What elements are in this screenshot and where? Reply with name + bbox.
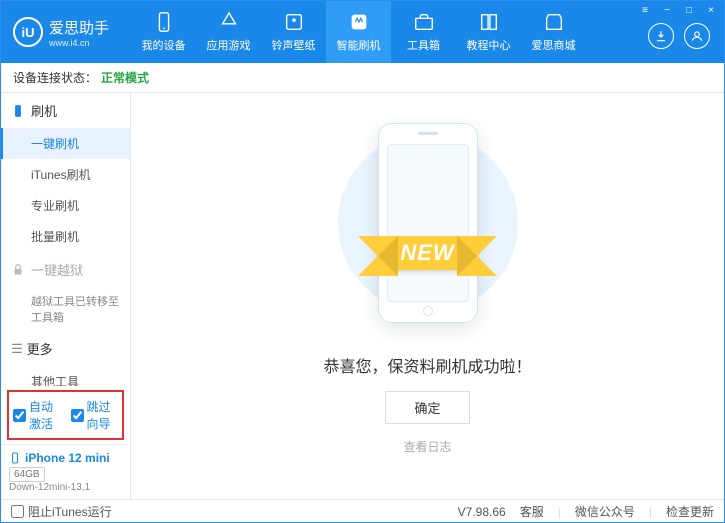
success-illustration: NEW [353,123,503,333]
checkbox-label: 自动激活 [29,398,61,432]
check-update-link[interactable]: 检查更新 [666,503,714,520]
nav-label: 我的设备 [142,37,186,53]
sidebar-section-more[interactable]: ☰ 更多 [1,331,130,366]
flash-icon [348,11,370,33]
lock-icon [11,263,25,277]
status-bar: 设备连接状态： 正常模式 [1,63,724,93]
download-button[interactable] [648,23,674,49]
block-itunes-input[interactable] [11,505,24,518]
sidebar: 刷机 一键刷机 iTunes刷机 专业刷机 批量刷机 一键越狱 越狱工具已转移至… [1,93,131,499]
wallpaper-icon [283,11,305,33]
brand-logo: iU 爱思助手 www.i4.cn [1,1,131,63]
sidebar-item-batch[interactable]: 批量刷机 [1,221,130,252]
titlebar: ≡ − □ × iU 爱思助手 www.i4.cn 我的设备 应用游戏 铃声壁纸… [1,1,724,63]
menu-icon[interactable]: ≡ [638,5,652,16]
nav-ringtones[interactable]: 铃声壁纸 [261,1,326,63]
footer: 阻止iTunes运行 V7.98.66 客服 | 微信公众号 | 检查更新 [1,499,724,523]
minimize-icon[interactable]: − [660,5,674,16]
ok-button[interactable]: 确定 [385,391,469,424]
sidebar-item-itunes[interactable]: iTunes刷机 [1,159,130,190]
user-button[interactable] [684,23,710,49]
store-icon [543,11,565,33]
download-icon [654,29,668,43]
nav-tabs: 我的设备 应用游戏 铃声壁纸 智能刷机 工具箱 教程中心 爱思商城 [131,1,648,63]
skip-guide-checkbox[interactable]: 跳过向导 [71,398,119,432]
nav-label: 智能刷机 [337,37,381,53]
view-log-link[interactable]: 查看日志 [403,438,451,455]
phone-small-icon [11,104,25,118]
list-icon: ☰ [11,341,23,357]
user-icon [690,29,704,43]
sidebar-section-jailbreak[interactable]: 一键越狱 [1,252,130,287]
nav-apps[interactable]: 应用游戏 [196,1,261,63]
nav-toolbox[interactable]: 工具箱 [391,1,456,63]
main-panel: NEW 恭喜您，保资料刷机成功啦！ 确定 查看日志 [131,93,724,499]
sidebar-label: 更多 [27,339,53,358]
customer-service-link[interactable]: 客服 [520,503,544,520]
book-icon [478,11,500,33]
close-icon[interactable]: × [704,5,718,16]
skip-guide-input[interactable] [71,409,84,422]
nav-store[interactable]: 爱思商城 [521,1,586,63]
nav-my-device[interactable]: 我的设备 [131,1,196,63]
sidebar-item-oneclick[interactable]: 一键刷机 [1,128,130,159]
nav-label: 教程中心 [467,37,511,53]
nav-flash[interactable]: 智能刷机 [326,1,391,63]
brand-name: 爱思助手 [49,17,109,38]
wechat-link[interactable]: 微信公众号 [575,503,635,520]
window-controls: ≡ − □ × [638,5,718,16]
auto-activate-checkbox[interactable]: 自动激活 [13,398,61,432]
sidebar-item-other-tools[interactable]: 其他工具 [1,366,130,386]
status-label: 设备连接状态： [13,69,97,86]
brand-site: www.i4.cn [49,38,109,48]
status-value: 正常模式 [101,69,149,86]
logo-icon: iU [13,17,43,47]
auto-activate-input[interactable] [13,409,26,422]
new-ribbon: NEW [378,236,476,270]
toolbox-icon [413,11,435,33]
nav-label: 工具箱 [407,37,440,53]
sidebar-label: 一键越狱 [31,260,83,279]
checkbox-label: 阻止iTunes运行 [28,503,112,520]
device-name: iPhone 12 mini [25,451,110,465]
block-itunes-checkbox[interactable]: 阻止iTunes运行 [11,503,112,520]
storage-badge: 64GB [9,467,45,482]
nav-label: 铃声壁纸 [272,37,316,53]
toolbar-right [648,9,710,63]
device-subtitle: Down-12mini-13,1 [9,482,122,493]
phone-tiny-icon [9,452,21,464]
phone-icon [153,11,175,33]
success-message: 恭喜您，保资料刷机成功啦！ [323,353,531,377]
sidebar-section-flash[interactable]: 刷机 [1,93,130,128]
device-info[interactable]: iPhone 12 mini 64GB Down-12mini-13,1 [1,444,130,499]
jailbreak-note: 越狱工具已转移至 工具箱 [1,287,130,331]
nav-tutorial[interactable]: 教程中心 [456,1,521,63]
checkbox-label: 跳过向导 [87,398,119,432]
nav-label: 应用游戏 [207,37,251,53]
apps-icon [218,11,240,33]
sidebar-item-pro[interactable]: 专业刷机 [1,190,130,221]
options-highlight: 自动激活 跳过向导 [7,390,124,440]
sidebar-label: 刷机 [31,101,57,120]
nav-label: 爱思商城 [532,37,576,53]
maximize-icon[interactable]: □ [682,5,696,16]
version-label: V7.98.66 [458,505,506,519]
